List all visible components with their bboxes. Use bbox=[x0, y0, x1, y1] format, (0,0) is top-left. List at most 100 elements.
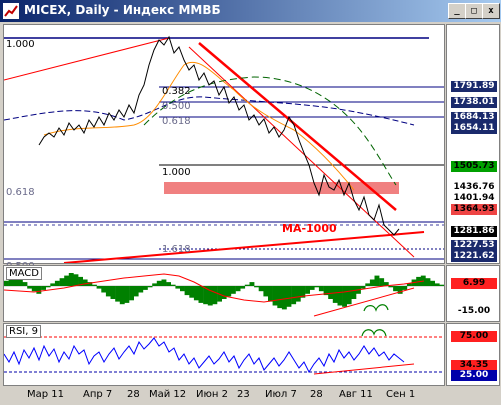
price-axis[interactable]: 1791.89 1738.01 1684.13 1654.11 1505.73 … bbox=[446, 24, 500, 264]
macd-bar bbox=[258, 286, 264, 292]
price-tag-1401: 1401.94 bbox=[451, 193, 497, 204]
macd-bar bbox=[180, 286, 185, 292]
macd-svg bbox=[3, 273, 445, 317]
price-line bbox=[38, 35, 400, 236]
macd-bar bbox=[142, 286, 148, 290]
rsi-svg bbox=[3, 329, 444, 375]
macd-bar bbox=[402, 286, 408, 290]
macd-bar bbox=[36, 286, 42, 294]
macd-bar bbox=[184, 286, 190, 296]
macd-bar bbox=[64, 275, 70, 286]
fib-label-1618: 1.618 bbox=[162, 244, 191, 255]
rsi-pane[interactable]: RSI, 9 bbox=[3, 323, 445, 386]
price-chart-svg bbox=[3, 35, 444, 264]
macd-tag-min: -15.00 bbox=[451, 306, 497, 317]
x-axis: Мар 11 Апр 7 28 Май 12 Июн 2 23 Июл 7 28… bbox=[3, 386, 498, 404]
macd-bar bbox=[351, 286, 357, 299]
window-title: MICEX, Daily - Индекс ММВБ bbox=[24, 3, 221, 17]
x-tick-3: Май 12 bbox=[149, 389, 187, 400]
macd-bar bbox=[235, 286, 241, 292]
price-tag-1791: 1791.89 bbox=[451, 81, 497, 92]
macd-bar bbox=[281, 286, 287, 310]
macd-bar bbox=[337, 286, 343, 306]
macd-bar bbox=[166, 282, 171, 286]
macd-bar bbox=[22, 282, 28, 286]
macd-histogram bbox=[4, 273, 445, 310]
macd-bar bbox=[430, 280, 435, 286]
macd-bar bbox=[328, 286, 334, 299]
macd-bar bbox=[286, 286, 292, 307]
macd-bar bbox=[41, 286, 46, 290]
macd-bar bbox=[291, 286, 297, 305]
macd-tag-signal: 6.99 bbox=[451, 278, 497, 289]
price-tag-1738: 1738.01 bbox=[451, 97, 497, 108]
macd-bar bbox=[221, 286, 227, 299]
macd-bar bbox=[254, 286, 259, 288]
macd-bar bbox=[309, 286, 315, 290]
x-tick-7: 28 bbox=[310, 389, 323, 400]
macd-bar bbox=[318, 286, 324, 292]
x-tick-9: Сен 1 bbox=[386, 389, 416, 400]
macd-bar bbox=[244, 284, 250, 286]
close-button[interactable]: x bbox=[482, 3, 500, 19]
macd-axis[interactable]: 6.99 -15.00 bbox=[446, 265, 500, 322]
fib-label-0618: 0.618 bbox=[162, 116, 191, 127]
macd-bar bbox=[45, 286, 51, 288]
rsi-axis[interactable]: 75.00 34.35 25.00 bbox=[446, 323, 500, 386]
macd-bar bbox=[68, 273, 74, 286]
rsi-pattern-mark bbox=[361, 329, 387, 337]
fib-label-0618-lower: 0.618 bbox=[6, 187, 35, 198]
price-tag-1654: 1654.11 bbox=[451, 123, 497, 134]
macd-bar bbox=[54, 280, 60, 286]
macd-bar bbox=[393, 286, 398, 292]
title-bar[interactable]: MICEX, Daily - Индекс ММВБ _ □ x bbox=[0, 0, 501, 22]
ma-orange-line bbox=[43, 61, 355, 191]
macd-bar bbox=[230, 286, 236, 294]
macd-bar bbox=[425, 278, 431, 286]
macd-bar bbox=[295, 286, 301, 302]
macd-bar bbox=[92, 284, 97, 286]
price-tag-1436: 1436.76 bbox=[451, 182, 497, 193]
chart-icon bbox=[3, 3, 19, 19]
macd-bar bbox=[133, 286, 139, 297]
macd-bar bbox=[193, 286, 199, 301]
macd-bar bbox=[129, 286, 134, 301]
macd-bar bbox=[263, 286, 269, 297]
macd-bar bbox=[105, 286, 111, 297]
maximize-button[interactable]: □ bbox=[465, 3, 483, 19]
macd-bar bbox=[189, 286, 195, 298]
minimize-button[interactable]: _ bbox=[448, 3, 466, 19]
macd-bar bbox=[27, 286, 33, 289]
macd-bar bbox=[73, 274, 79, 286]
macd-bar bbox=[346, 286, 352, 305]
price-tag-1364: 1364.93 bbox=[451, 204, 497, 215]
macd-bar bbox=[369, 279, 375, 286]
macd-bar bbox=[272, 286, 278, 306]
macd-bar bbox=[332, 286, 338, 303]
macd-label: MACD bbox=[6, 267, 42, 280]
macd-bar bbox=[101, 286, 107, 293]
price-tag-1281: 1281.86 bbox=[451, 226, 497, 237]
rsi-line bbox=[3, 337, 405, 374]
x-tick-8: Авг 11 bbox=[339, 389, 373, 400]
fib-label-1236: 1.236 bbox=[162, 197, 191, 208]
macd-bar bbox=[110, 286, 116, 299]
price-tag-1505: 1505.73 bbox=[451, 161, 497, 172]
macd-bar bbox=[50, 283, 56, 286]
price-chart-pane[interactable]: 1.000 0.382 0.500 0.618 1.000 0.618 1.23… bbox=[3, 24, 445, 272]
x-tick-5: 23 bbox=[237, 389, 250, 400]
x-tick-2: 28 bbox=[127, 389, 140, 400]
price-tag-1684: 1684.13 bbox=[451, 112, 497, 123]
macd-bar bbox=[314, 286, 320, 288]
price-tag-1221: 1221.62 bbox=[451, 251, 497, 262]
macd-bar bbox=[198, 286, 204, 303]
rsi-tag-25: 25.00 bbox=[451, 370, 497, 381]
rsi-tag-75: 75.00 bbox=[451, 331, 497, 342]
macd-bar bbox=[59, 278, 65, 286]
macd-bar bbox=[82, 279, 88, 286]
price-tag-1227: 1227.53 bbox=[451, 240, 497, 251]
macd-bar bbox=[434, 283, 440, 286]
macd-bar bbox=[379, 278, 385, 286]
macd-pane[interactable]: MACD bbox=[3, 265, 445, 322]
macd-bar bbox=[388, 286, 394, 288]
